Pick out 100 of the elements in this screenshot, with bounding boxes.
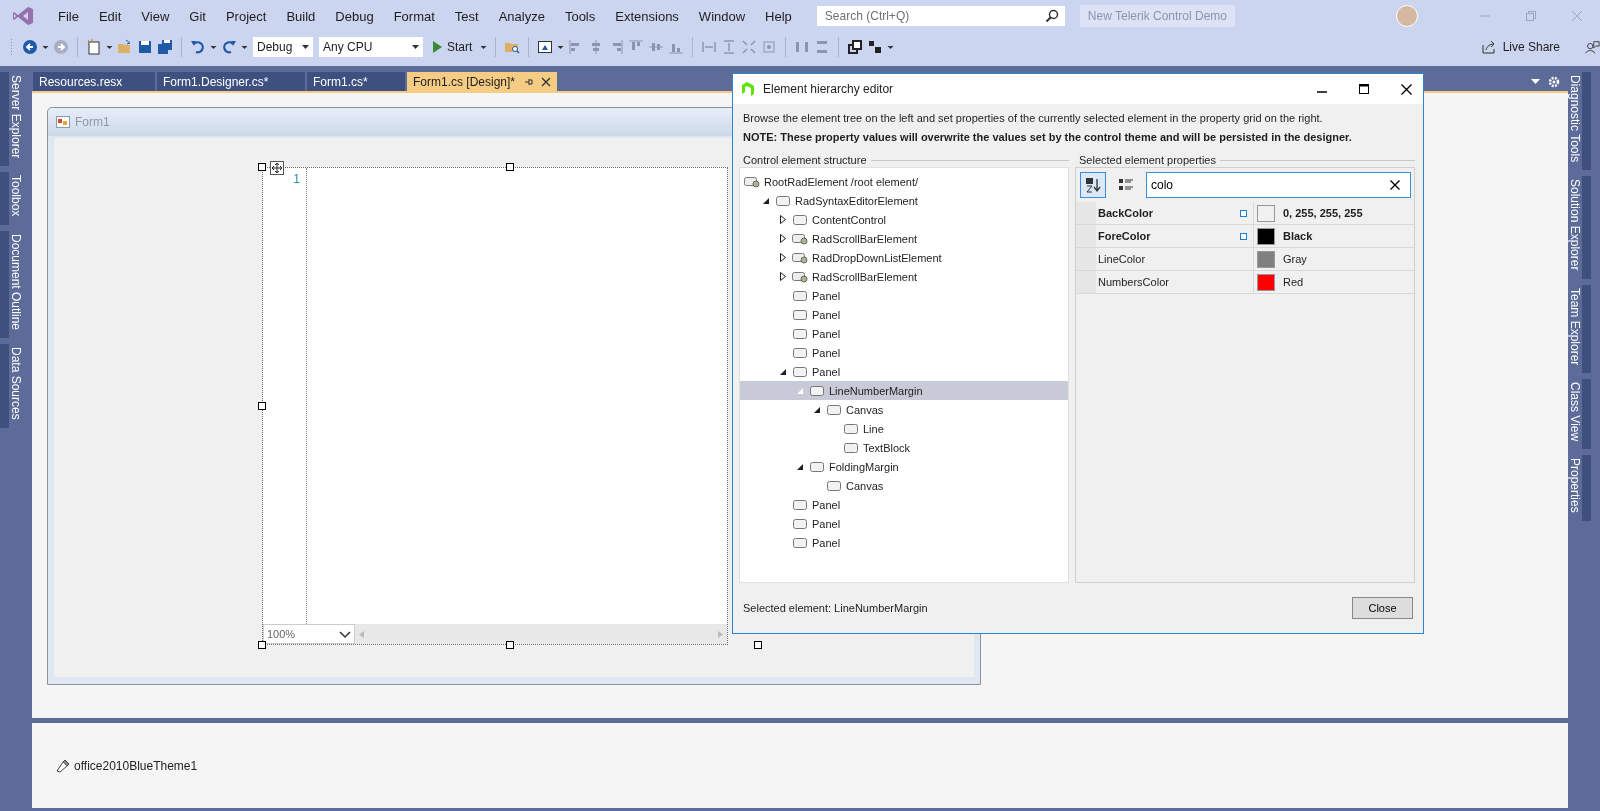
maximize-icon[interactable] [1359,84,1369,94]
collapsed-icon[interactable] [780,253,786,262]
menu-item[interactable]: Format [383,8,445,24]
resize-handle[interactable] [506,641,514,649]
expanded-icon[interactable] [779,367,787,376]
property-value[interactable]: Red [1283,276,1304,288]
tool-window-tab[interactable]: Properties [1568,455,1591,521]
resize-handle[interactable] [258,402,266,410]
tree-item[interactable]: Canvas [740,476,1068,495]
search-field[interactable]: Search (Ctrl+Q) [822,8,1017,24]
save-icon[interactable] [137,39,153,55]
move-handle-icon[interactable] [270,161,284,175]
tool-window-tab[interactable]: Team Explorer [1568,284,1591,373]
horizontal-scrollbar[interactable] [355,624,727,644]
tree-item[interactable]: Panel [740,286,1068,305]
tree-item[interactable]: Panel [740,495,1068,514]
menu-item[interactable]: Analyze [488,8,555,24]
expanded-icon[interactable] [796,462,804,471]
live-share-button[interactable]: Live Share [1480,39,1560,55]
bring-to-front-icon[interactable] [847,39,864,55]
search-box[interactable]: Search (Ctrl+Q) [815,5,1066,27]
resize-handle[interactable] [258,641,266,649]
tree-item[interactable]: FoldingMargin [740,457,1068,476]
tool-window-tab[interactable]: Document Outline [0,230,23,338]
document-tab[interactable]: Form1.Designer.cs* [157,72,305,91]
close-icon[interactable] [541,76,552,87]
menu-item[interactable]: View [131,8,180,24]
clear-icon[interactable] [1390,180,1400,190]
tool-window-tab[interactable]: Toolbox [0,172,23,225]
expanded-icon[interactable] [813,405,821,414]
menu-item[interactable]: Edit [88,8,132,24]
property-value[interactable]: 0, 255, 255, 255 [1283,207,1363,219]
zoom-dropdown[interactable]: 100% [263,624,355,644]
pin-icon[interactable] [523,76,534,87]
tree-item[interactable]: RootRadElement /root element/ [740,172,1068,191]
tree-item[interactable]: TextBlock [740,438,1068,457]
menu-item[interactable]: Help [755,8,802,24]
tree-item[interactable]: Panel [740,305,1068,324]
tool-window-tab[interactable]: Diagnostic Tools [1568,72,1591,171]
resize-handle[interactable] [506,163,514,171]
platform-dropdown[interactable]: Any CPU [318,36,424,58]
configuration-dropdown[interactable]: Debug [252,36,314,58]
window-icon[interactable] [537,39,554,55]
tool-window-tab[interactable]: Solution Explorer [1568,176,1591,279]
close-button[interactable]: Close [1352,597,1413,619]
document-tab[interactable]: Form1.cs [Design]* [407,72,558,91]
resize-handle[interactable] [754,641,762,649]
redo-icon[interactable] [221,39,237,55]
menu-item[interactable]: Build [276,8,326,24]
tree-item[interactable]: Panel [740,324,1068,343]
tree-item[interactable]: LineNumberMargin [740,381,1068,400]
tree-item[interactable]: RadScrollBarElement [740,229,1068,248]
tree-item[interactable]: RadDropDownListElement [740,248,1068,267]
settings-icon[interactable] [1548,75,1560,88]
tree-item[interactable]: Panel [740,514,1068,533]
syntax-editor[interactable]: 1 100% [262,167,728,645]
feedback-icon[interactable] [1584,39,1600,55]
tree-item[interactable]: Canvas [740,400,1068,419]
back-icon[interactable] [22,39,38,55]
filter-field[interactable]: colo [1149,177,1390,193]
collapsed-icon[interactable] [780,215,786,224]
menu-item[interactable]: File [48,8,89,24]
property-value[interactable]: Black [1283,230,1313,242]
filter-box[interactable]: colo [1146,172,1411,198]
tree-item[interactable]: Panel [740,362,1068,381]
tree-item[interactable]: RadSyntaxEditorElement [740,191,1068,210]
menu-item[interactable]: Extensions [605,8,689,24]
collapsed-icon[interactable] [780,234,786,243]
play-icon [432,41,442,53]
tree-item[interactable]: Panel [740,343,1068,362]
tool-window-tab[interactable]: Class View [1568,378,1591,450]
sort-alphabetical-button[interactable] [1080,172,1106,198]
menu-item[interactable]: Debug [325,8,384,24]
undo-icon[interactable] [190,39,206,55]
dropdown-icon[interactable] [1531,79,1540,84]
start-button[interactable]: Start [428,40,477,54]
tree-item[interactable]: Panel [740,533,1068,552]
tree-item[interactable]: ContentControl [740,210,1068,229]
resize-handle[interactable] [258,163,266,171]
menu-item[interactable]: Project [215,8,277,24]
menu-item[interactable]: Git [179,8,216,24]
collapsed-icon[interactable] [780,272,786,281]
close-icon[interactable] [1400,83,1412,95]
tree-item[interactable]: RadScrollBarElement [740,267,1068,286]
component-name[interactable]: office2010BlueTheme1 [74,758,198,773]
expanded-icon[interactable] [762,196,770,205]
search-icon[interactable] [1044,9,1059,23]
send-to-back-icon[interactable] [867,39,884,55]
vs-logo-icon[interactable] [12,5,34,27]
tool-window-tab[interactable]: Data Sources [0,343,23,428]
menu-item[interactable]: Tools [554,8,606,24]
tree-item[interactable]: Line [740,419,1068,438]
document-tab[interactable]: Form1.cs* [307,72,405,91]
menu-item[interactable]: Test [444,8,489,24]
save-all-icon[interactable] [157,39,173,55]
menu-item[interactable]: Window [688,8,756,24]
new-item-icon[interactable] [86,39,102,55]
tool-window-tab[interactable]: Server Explorer [0,72,23,167]
document-tab[interactable]: Resources.resx [33,72,155,91]
property-value[interactable]: Gray [1283,253,1307,265]
